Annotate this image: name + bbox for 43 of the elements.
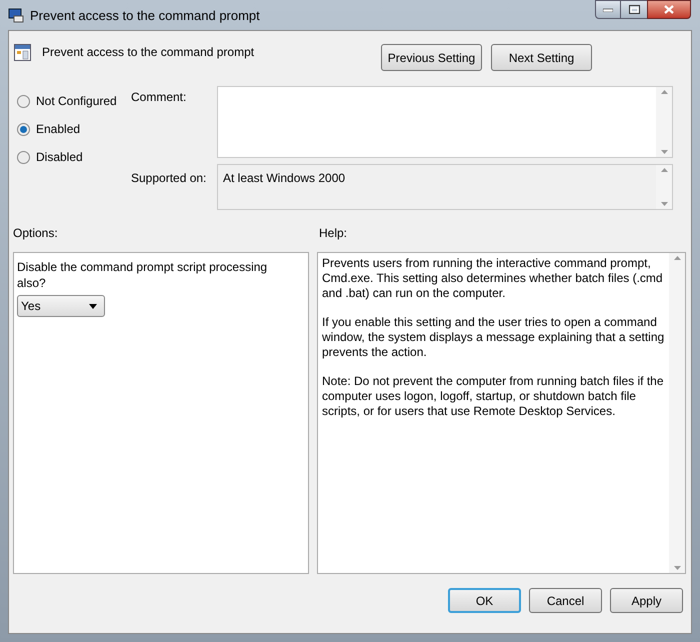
supported-on-value: At least Windows 2000 bbox=[223, 170, 346, 187]
radio-label[interactable]: Enabled bbox=[36, 120, 80, 138]
close-button[interactable] bbox=[647, 0, 691, 19]
dialog-button[interactable]: OK bbox=[448, 588, 521, 613]
scrollbar[interactable] bbox=[656, 165, 672, 209]
dialog-button[interactable]: Cancel bbox=[529, 588, 602, 613]
dialog-button[interactable]: Apply bbox=[610, 588, 683, 613]
setting-title: Prevent access to the command prompt bbox=[42, 44, 254, 61]
app-icon bbox=[8, 7, 24, 23]
option-prompt: Disable the command prompt script processing also? bbox=[17, 259, 268, 291]
scroll-down-arrow-icon[interactable] bbox=[660, 202, 668, 206]
dropdown-arrow-icon bbox=[89, 304, 97, 308]
comment-field[interactable] bbox=[217, 86, 673, 158]
minimize-button[interactable] bbox=[595, 0, 621, 19]
options-label: Options: bbox=[13, 225, 59, 242]
window-title: Prevent access to the command prompt bbox=[30, 7, 260, 25]
scroll-down-arrow-icon[interactable] bbox=[660, 150, 668, 154]
close-icon bbox=[664, 5, 674, 14]
radio-label[interactable]: Disabled bbox=[36, 148, 83, 166]
policy-icon bbox=[14, 44, 31, 61]
help-paragraph: Prevents users from running the interactive command prompt, Cmd.exe. This setting also determines whether batch files (.cmd and .bat) can run on the computer. bbox=[322, 256, 664, 301]
radio-button[interactable] bbox=[17, 94, 30, 108]
scroll-down-arrow-icon[interactable] bbox=[674, 566, 680, 570]
help-label: Help: bbox=[319, 225, 348, 242]
maximize-icon bbox=[628, 5, 640, 14]
scroll-up-arrow-icon[interactable] bbox=[660, 168, 668, 172]
radio-button[interactable] bbox=[17, 150, 30, 164]
scroll-up-arrow-icon[interactable] bbox=[674, 256, 680, 260]
radio-label[interactable]: Not Configured bbox=[36, 92, 117, 110]
comment-label: Comment: bbox=[131, 89, 188, 106]
supported-on-label: Supported on: bbox=[131, 170, 208, 187]
scroll-up-arrow-icon[interactable] bbox=[660, 90, 668, 94]
help-paragraph: If you enable this setting and the user tries to open a command window, the system displays a message explaining that a setting prevents the action. bbox=[322, 315, 665, 360]
minimize-icon bbox=[603, 8, 613, 12]
scrollbar[interactable] bbox=[656, 87, 672, 157]
nav-button[interactable]: Next Setting bbox=[491, 44, 592, 71]
maximize-button[interactable] bbox=[621, 0, 647, 19]
scrollbar[interactable] bbox=[669, 253, 685, 573]
dropdown[interactable]: Yes bbox=[17, 295, 105, 317]
nav-button[interactable]: Previous Setting bbox=[381, 44, 482, 71]
dropdown-value: Yes bbox=[21, 298, 41, 315]
help-paragraph: Note: Do not prevent the computer from running batch files if the computer uses logon, logoff, startup, or shutdown batch file scripts, or for users that use Remote Desktop Services. bbox=[322, 374, 665, 419]
radio-button-selected[interactable] bbox=[17, 122, 30, 136]
